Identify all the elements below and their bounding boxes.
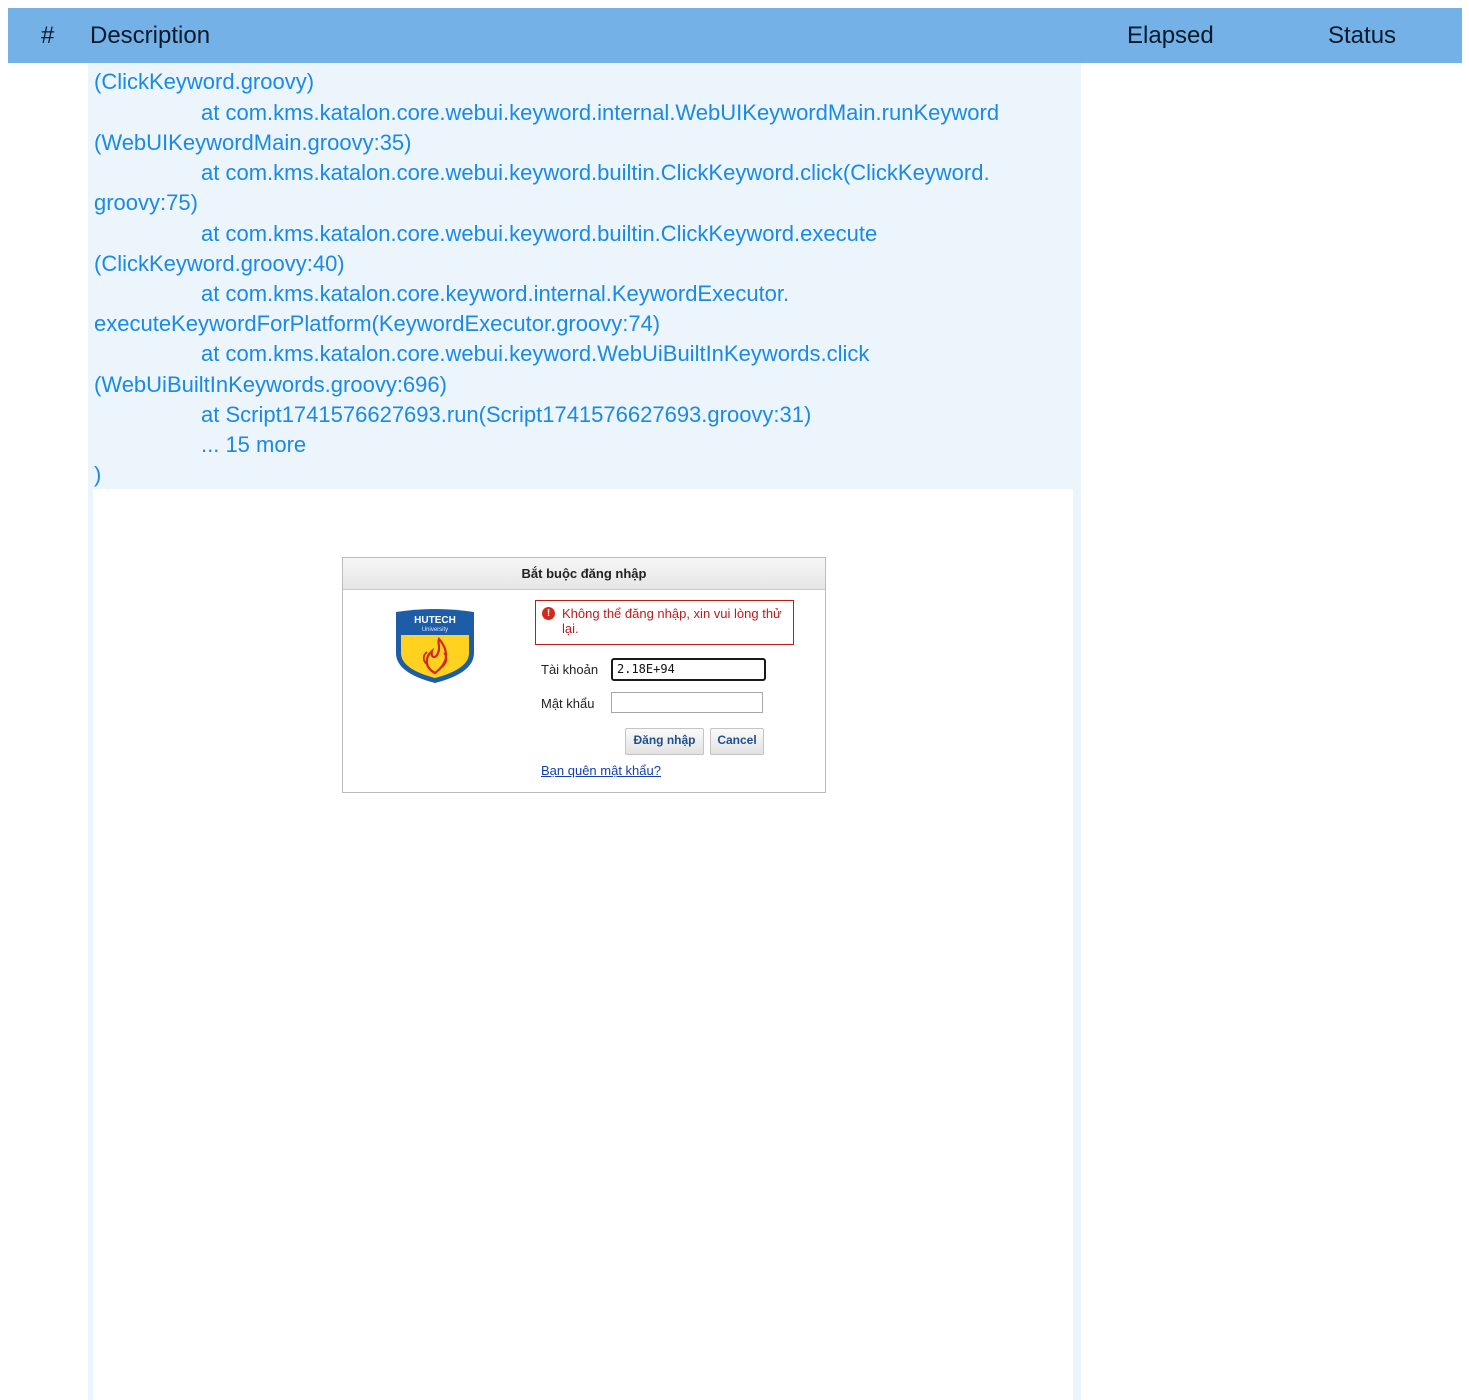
forgot-password-link[interactable]: Bạn quên mật khẩu? [541,763,661,778]
login-button[interactable]: Đăng nhập [625,728,704,755]
stack-trace-line: groovy:75) [94,190,198,215]
username-label: Tài khoản [541,662,599,677]
stack-trace-line: at com.kms.katalon.core.webui.keyword.bu… [201,221,878,246]
cancel-button[interactable]: Cancel [710,728,764,755]
error-icon: ! [542,607,555,620]
column-header-description: Description [90,22,211,49]
stack-trace-line: (ClickKeyword.groovy:40) [94,251,345,276]
stack-trace-line: at com.kms.katalon.core.webui.keyword.bu… [201,160,990,185]
stack-trace-line: ... 15 more [201,432,307,457]
logo-text: HUTECH [414,615,456,626]
stack-trace-line: executeKeywordForPlatform(KeywordExecuto… [94,311,661,336]
stack-trace-line: at com.kms.katalon.core.webui.keyword.We… [201,341,870,366]
login-dialog-title: Bắt buộc đăng nhập [343,558,825,590]
stack-trace-line: at Script1741576627693.run(Script1741576… [201,402,812,427]
stack-trace-line: (WebUiBuiltInKeywords.groovy:696) [94,372,447,397]
stack-trace-line: at com.kms.katalon.core.webui.keyword.in… [201,100,1000,125]
password-label: Mật khẩu [541,696,595,711]
stack-trace-line: (ClickKeyword.groovy) [94,69,315,94]
login-dialog: Bắt buộc đăng nhập HUTECH University ! K… [342,557,826,793]
logo-subtext: University [422,627,448,633]
login-error-message: ! Không thể đăng nhập, xin vui lòng thử … [535,600,794,645]
column-header-status: Status [1328,22,1397,49]
login-error-text: Không thể đăng nhập, xin vui lòng thử lạ… [562,606,782,636]
hutech-logo: HUTECH University [396,609,474,683]
report-table-header: # Description Elapsed Status [8,8,1462,63]
column-header-elapsed: Elapsed [1127,22,1214,49]
stack-trace-line: (WebUIKeywordMain.groovy:35) [94,130,412,155]
password-field[interactable] [611,692,763,713]
username-field[interactable]: 2.18E+94 [611,658,766,681]
stack-trace-log: (ClickKeyword.groovy) at com.kms.katalon… [88,63,1081,489]
stack-trace-line: ) [94,462,102,487]
column-header-number: # [41,22,55,49]
stack-trace-line: at com.kms.katalon.core.keyword.internal… [201,281,790,306]
